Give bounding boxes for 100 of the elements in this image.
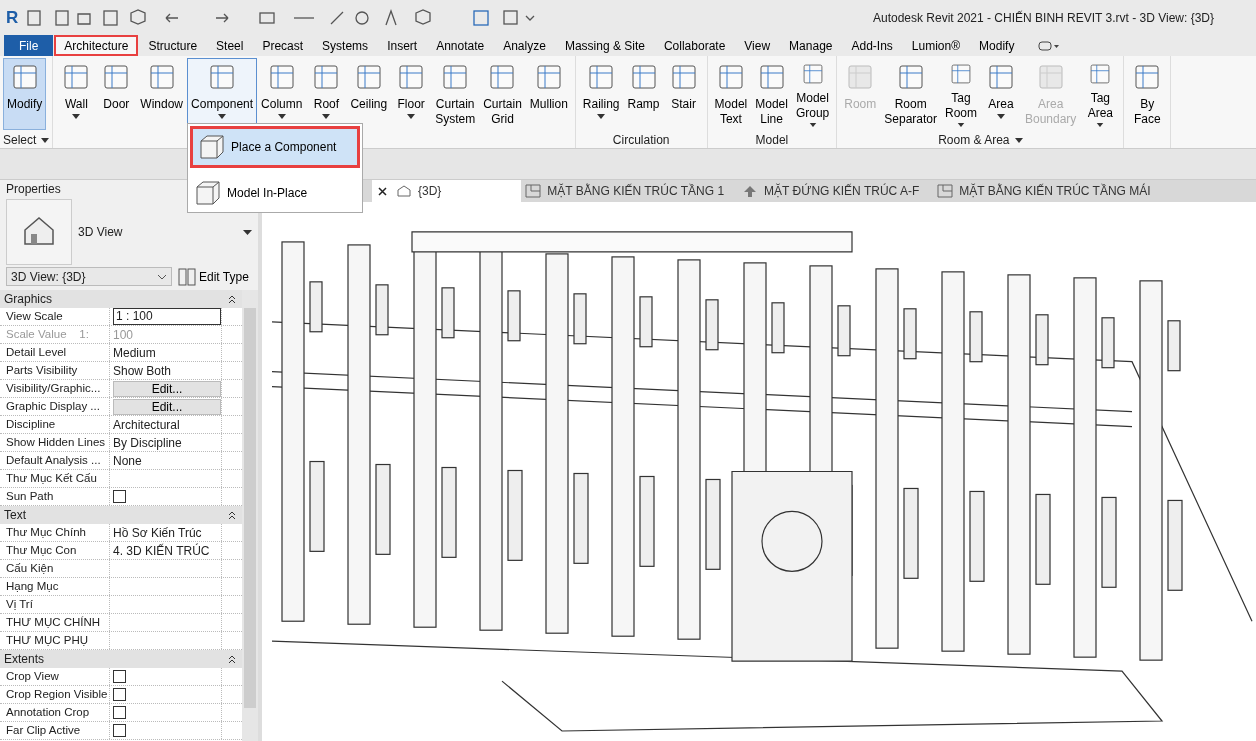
ribbon-tab[interactable]: Collaborate	[654, 35, 735, 56]
ribbon-tool-button[interactable]: Model Line	[751, 58, 792, 130]
collapse-icon[interactable]	[228, 510, 236, 520]
property-value: 4. 3D KIẾN TRÚC	[113, 543, 210, 558]
caret-icon[interactable]	[1014, 137, 1023, 143]
caret-icon	[957, 122, 965, 127]
ribbon-tab[interactable]: Systems	[313, 35, 378, 56]
property-label: Vị Trí	[0, 596, 110, 613]
menu-item[interactable]: Place a Component	[190, 126, 361, 168]
checkbox[interactable]	[113, 706, 126, 719]
checkbox[interactable]	[113, 490, 126, 503]
property-value: Show Both	[113, 363, 172, 378]
caret-icon	[997, 114, 1005, 119]
document-tab[interactable]: {3D}	[392, 180, 522, 202]
caret-icon	[218, 114, 227, 119]
edit-button[interactable]: Edit...	[113, 380, 221, 397]
window-title: Autodesk Revit 2021 - CHIẾN BINH REVIT 3.rvt - 3D View: {3D}	[872, 10, 1214, 25]
ribbon-tool-button[interactable]: Model Text	[710, 58, 752, 130]
section-header[interactable]: Extents	[4, 652, 45, 666]
app-logo[interactable]: R	[6, 7, 19, 28]
panel-label[interactable]: Room & Area	[938, 133, 1010, 147]
caret-icon	[1096, 122, 1105, 127]
property-label: Hạng Mục	[0, 578, 110, 595]
property-value: Architectural	[113, 417, 180, 432]
property-label: Show Hidden Lines	[0, 434, 110, 451]
collapse-icon[interactable]	[228, 294, 236, 304]
ribbon-tool-button[interactable]: Curtain System	[431, 58, 480, 130]
ribbon-tool-button[interactable]: Door	[96, 58, 137, 130]
property-label: Thư Mục Kết Cấu	[0, 470, 110, 487]
property-label: Visibility/Graphic...	[0, 380, 110, 397]
property-label: Cấu Kiện	[0, 560, 110, 577]
panel-title: Properties	[5, 181, 62, 198]
ribbon-tab[interactable]: File	[4, 35, 54, 56]
caret-icon	[277, 114, 286, 119]
ribbon-tool-button[interactable]: Model Group	[791, 58, 834, 130]
ribbon-tool-button[interactable]: Tag Room	[941, 58, 981, 130]
checkbox[interactable]	[113, 724, 126, 737]
scrollbar-thumb[interactable]	[244, 308, 256, 708]
panel-label[interactable]: Model	[755, 133, 789, 147]
property-label: Detail Level	[0, 344, 110, 361]
property-label: THƯ MỤC CHÍNH	[0, 614, 110, 631]
caret-icon[interactable]	[41, 137, 50, 143]
panel-label[interactable]: Select	[3, 133, 37, 147]
property-label: Thư Mục Con	[0, 542, 110, 559]
caret-icon	[808, 122, 817, 127]
ribbon-tool-button[interactable]: Railing	[578, 58, 624, 130]
ribbon-tool-button[interactable]: Window	[136, 58, 188, 130]
ribbon-tool-button[interactable]: Stair	[663, 58, 704, 130]
ribbon-tab[interactable]: Steel	[207, 35, 253, 56]
property-label: Crop View	[0, 668, 110, 685]
ribbon-tab[interactable]: Manage	[780, 35, 842, 56]
ribbon-tab[interactable]: Insert	[378, 35, 427, 56]
section-header[interactable]: Text	[4, 508, 26, 522]
ribbon-tab[interactable]: Precast	[253, 35, 313, 56]
ribbon-tab[interactable]: Massing & Site	[555, 35, 654, 56]
view-type-icon	[937, 184, 954, 198]
property-label: View Scale	[0, 308, 110, 325]
panel-label[interactable]: Circulation	[612, 133, 670, 147]
edit-type-button[interactable]: Edit Type	[178, 267, 249, 286]
view-type-icon	[742, 184, 759, 198]
ribbon-tool-button[interactable]: Floor	[391, 58, 432, 130]
ribbon-tab[interactable]: Architecture	[54, 35, 139, 56]
ribbon-tool-button[interactable]: Ramp	[623, 58, 664, 130]
ribbon-tab[interactable]: Structure	[139, 35, 207, 56]
property-label: Thư Mục Chính	[0, 524, 110, 541]
ribbon-tool-button[interactable]: Room Separator	[880, 58, 941, 130]
panel-toggle-icon[interactable]	[1038, 39, 1061, 52]
value-field[interactable]: 1 : 100	[113, 308, 221, 325]
ribbon-tool-button[interactable]: Tag Area	[1080, 58, 1121, 130]
ribbon-tool-button[interactable]: Wall	[56, 58, 97, 130]
caret-icon[interactable]	[243, 229, 252, 235]
ribbon-tool-button[interactable]: Mullion	[525, 58, 572, 130]
type-selector[interactable]: 3D View	[6, 201, 252, 263]
ribbon-tab[interactable]: Analyze	[494, 35, 555, 56]
ribbon-tool-button[interactable]: Area	[981, 58, 1021, 130]
edit-button[interactable]: Edit...	[113, 398, 221, 415]
instance-dropdown[interactable]: 3D View: {3D}	[6, 267, 172, 286]
checkbox[interactable]	[113, 670, 126, 683]
section-header[interactable]: Graphics	[4, 292, 53, 306]
ribbon-tab[interactable]: Annotate	[427, 35, 494, 56]
ribbon-tool-button[interactable]: Curtain Grid	[479, 58, 526, 130]
property-label: Parts Visibility	[0, 362, 110, 379]
document-tab[interactable]: MẶT BẰNG KIẾN TRÚC TẦNG MÁI	[933, 180, 1165, 202]
close-icon[interactable]	[377, 187, 387, 196]
ribbon-tab[interactable]: Lumion®	[902, 35, 970, 56]
caret-icon	[322, 114, 331, 119]
checkbox[interactable]	[113, 688, 126, 701]
document-tab[interactable]: MẶT BẰNG KIẾN TRÚC TẦNG 1	[521, 180, 739, 202]
ribbon-tab[interactable]: View	[735, 35, 780, 56]
property-label: Far Clip Active	[0, 722, 110, 739]
document-tab[interactable]: MẶT ĐỨNG KIẾN TRÚC A-F	[738, 180, 934, 202]
caret-icon	[597, 114, 606, 119]
ribbon-tool-button[interactable]: Modify	[3, 58, 47, 130]
property-label: Scale Value 1:	[0, 326, 110, 343]
ribbon-tab[interactable]: Modify	[970, 35, 1024, 56]
collapse-icon[interactable]	[228, 654, 236, 664]
property-value: Hồ Sơ Kiến Trúc	[113, 525, 202, 540]
property-label: Graphic Display ...	[0, 398, 110, 415]
ribbon-tool-button[interactable]: By Face	[1127, 58, 1168, 130]
ribbon-tab[interactable]: Add-Ins	[842, 35, 902, 56]
